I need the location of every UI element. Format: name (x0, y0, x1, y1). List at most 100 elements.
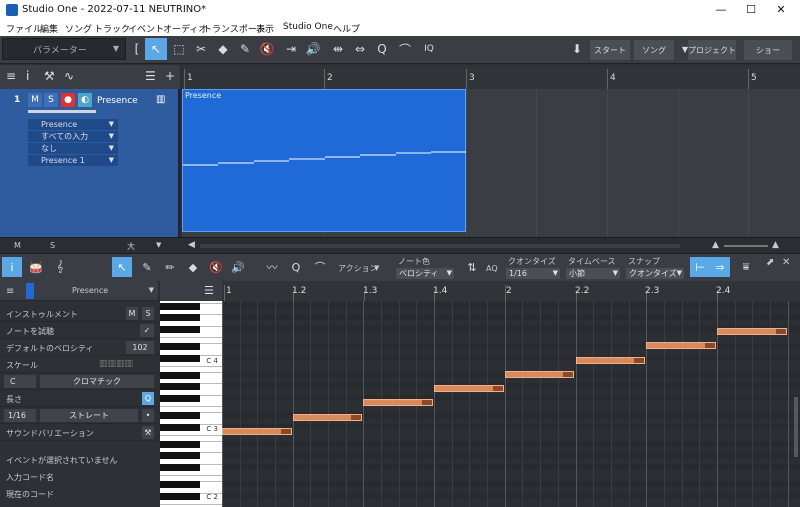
close-editor-icon[interactable]: ✕ (782, 257, 790, 268)
menu-studio-one[interactable]: Studio One (283, 22, 333, 32)
list-icon[interactable]: ☰ (145, 69, 156, 83)
inspector-mute-button[interactable]: M (126, 307, 138, 320)
paint-tool-icon[interactable]: ✏ (160, 257, 180, 277)
midi-note[interactable] (292, 413, 363, 421)
start-button[interactable]: スタート (590, 40, 630, 60)
split-loop-icon[interactable]: ⇹ (327, 38, 349, 60)
minimize-button[interactable]: — (706, 2, 736, 18)
track-size-select[interactable]: 大 (127, 241, 135, 252)
quantize-toggle-icon[interactable]: ⩸ (736, 257, 756, 277)
length-value-select[interactable]: 1/16 (4, 409, 36, 422)
range-tool-icon[interactable]: ⬚ (168, 38, 190, 60)
arrange-area[interactable]: Presence (182, 89, 800, 237)
solo-button[interactable]: S (44, 93, 58, 107)
midi-event[interactable]: Presence (182, 89, 466, 232)
black-key[interactable] (160, 412, 200, 419)
midi-note[interactable] (363, 399, 434, 407)
black-key[interactable] (160, 423, 200, 431)
track-name[interactable]: Presence (97, 96, 138, 106)
menu-event[interactable]: イベント (128, 22, 164, 35)
midi-note[interactable] (504, 370, 575, 378)
close-button[interactable]: ✕ (766, 2, 796, 18)
wrench-icon[interactable]: ⚒ (142, 426, 154, 439)
mute-tool-icon[interactable]: 🔇 (256, 38, 278, 60)
black-key[interactable] (160, 440, 200, 448)
aq-button[interactable]: AQ (486, 264, 498, 273)
bend-tool-icon[interactable]: ⇥ (280, 38, 302, 60)
arrow-tool-icon[interactable]: ↖ (112, 257, 132, 277)
mute-tool-icon[interactable]: 🔇 (206, 257, 226, 277)
midi-note[interactable] (575, 356, 646, 364)
pencil-tool-icon[interactable]: ✎ (137, 257, 157, 277)
snap-grid-icon[interactable]: ⊢ (690, 257, 710, 277)
scale-type-select[interactable]: クロマチック (40, 375, 154, 388)
download-icon[interactable]: ⬇ (566, 38, 588, 60)
listen-tool-icon[interactable]: 🔊 (228, 257, 248, 277)
wrench-icon[interactable]: ⚒ (44, 69, 55, 83)
eraser-tool-icon[interactable]: ◆ (183, 257, 203, 277)
black-key[interactable] (160, 325, 200, 333)
zoom-out-icon[interactable]: ▲ (712, 240, 719, 250)
menu-help[interactable]: ヘルプ (333, 22, 360, 35)
default-velocity-field[interactable]: 102 (126, 341, 154, 354)
piano-roll-grid[interactable] (222, 301, 800, 507)
eraser-tool-icon[interactable]: ◆ (212, 38, 234, 60)
automation-icon[interactable]: ∿ (64, 69, 74, 83)
arrange-ruler[interactable]: 1 2 3 4 5 (182, 65, 800, 89)
piano-keyboard[interactable]: C 4 C 3 C 2 (160, 301, 222, 507)
inspector-toggle-icon[interactable]: i (2, 257, 22, 277)
maximize-button[interactable]: ☐ (736, 2, 766, 18)
midi-note[interactable] (716, 327, 787, 335)
piano-roll-ruler[interactable]: 1 1.2 1.3 1.4 2 2.2 2.3 2.4 (222, 281, 800, 305)
inspector-track-name[interactable]: Presence (72, 286, 108, 295)
menu-track[interactable]: トラック (94, 22, 130, 35)
snap-select[interactable]: クオンタイズ ▼ (626, 268, 684, 279)
info-icon[interactable]: i (26, 69, 29, 83)
timebase-select[interactable]: 小節 ▼ (566, 268, 620, 279)
black-key[interactable] (160, 394, 200, 402)
menu-icon[interactable]: ≡ (6, 286, 14, 297)
footer-solo[interactable]: S (50, 241, 55, 250)
inspector-solo-button[interactable]: S (142, 307, 154, 320)
snap-icon[interactable]: ⌒ (310, 257, 330, 277)
record-icon[interactable]: ● (61, 93, 75, 107)
dot-icon[interactable]: • (142, 409, 154, 422)
zoom-in-icon[interactable]: ▲ (772, 240, 779, 250)
menu-file[interactable]: ファイル (6, 22, 42, 35)
detach-icon[interactable]: ⬈ (766, 257, 774, 268)
scroll-left-icon[interactable]: ◀ (188, 240, 195, 250)
track-header[interactable]: 1 M S ● ◐ Presence ▥ Presence ▼ すべての入力 ▼ な… (0, 89, 180, 237)
zoom-tool-icon[interactable]: Q (286, 257, 306, 277)
length-mode-select[interactable]: ストレート (40, 409, 138, 422)
menu-view[interactable]: 表示 (256, 22, 274, 35)
channel-select[interactable]: なし ▼ (28, 143, 118, 154)
zoom-slider[interactable] (724, 245, 768, 247)
bend-tool-icon[interactable]: 〰 (262, 257, 282, 277)
note-color-select[interactable]: ベロシティ ▼ (396, 268, 454, 279)
listen-tool-icon[interactable]: 🔊 (302, 38, 324, 60)
split-tool-icon[interactable]: ✂ (190, 38, 212, 60)
zoom-tool-icon[interactable]: Q (371, 38, 393, 60)
black-key[interactable] (160, 383, 200, 391)
midi-note[interactable] (434, 385, 504, 393)
menu-icon[interactable]: ≡ (6, 69, 16, 83)
check-icon[interactable]: ✓ (140, 324, 154, 337)
monitor-icon[interactable]: ◐ (78, 93, 92, 107)
black-key[interactable] (160, 314, 200, 322)
treble-clef-icon[interactable]: 𝄞 (50, 257, 70, 277)
mute-button[interactable]: M (28, 93, 42, 107)
iq-button[interactable]: IQ (418, 38, 440, 60)
arrow-tool-icon[interactable]: ↖ (145, 38, 167, 60)
list-icon[interactable]: ☰ (204, 284, 214, 297)
project-button[interactable]: プロジェクト (688, 40, 736, 60)
volume-bar[interactable] (28, 110, 96, 113)
footer-mute[interactable]: M (14, 241, 21, 250)
add-track-icon[interactable]: + (165, 69, 175, 83)
menu-song[interactable]: ソング (65, 22, 92, 35)
black-key[interactable] (160, 354, 200, 362)
black-key[interactable] (160, 371, 200, 379)
parameter-select[interactable]: パラメーター ▼ (2, 38, 126, 60)
black-key[interactable] (160, 463, 200, 471)
snap-icon[interactable]: ⌒ (394, 38, 416, 60)
action-button[interactable]: アクション (338, 263, 378, 274)
